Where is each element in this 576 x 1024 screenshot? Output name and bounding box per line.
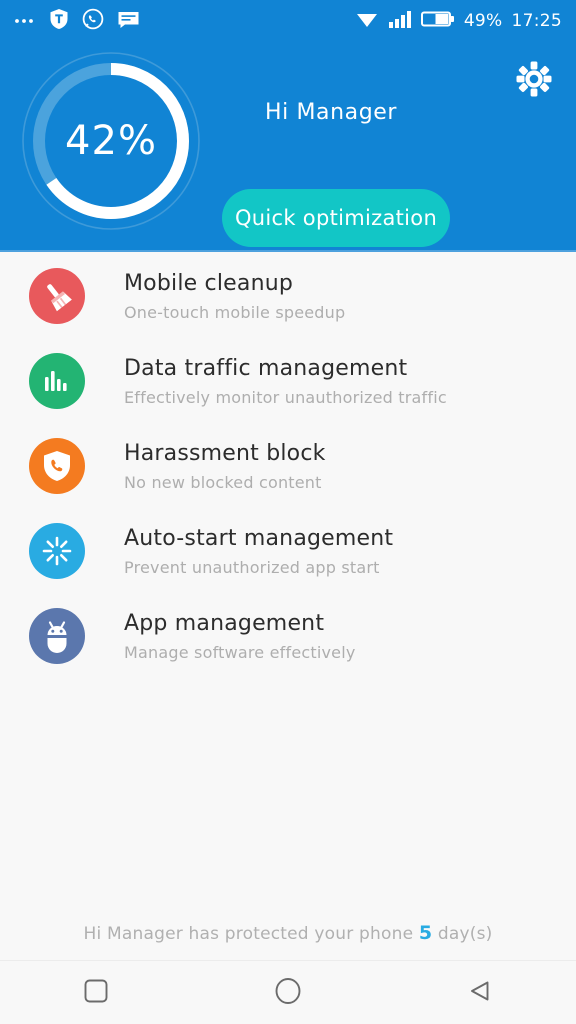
bar-chart-icon bbox=[29, 353, 85, 409]
list-item-subtitle: Prevent unauthorized app start bbox=[124, 558, 380, 577]
status-bar-right-icons: 49% 17:25 bbox=[355, 9, 562, 33]
status-bar: 49% 17:25 bbox=[0, 0, 576, 42]
list-item-title: Data traffic management bbox=[124, 356, 408, 381]
list-item-text: Data traffic management Effectively moni… bbox=[124, 343, 447, 410]
home-circle-icon bbox=[273, 976, 303, 1010]
optimization-score-ring: 42% bbox=[18, 48, 204, 234]
list-item-text: App management Manage software effective… bbox=[124, 598, 356, 665]
android-robot-icon bbox=[29, 608, 85, 664]
header-divider bbox=[0, 250, 576, 252]
settings-button[interactable] bbox=[511, 58, 557, 104]
list-item-text: Auto-start management Prevent unauthoriz… bbox=[124, 513, 393, 580]
back-button[interactable] bbox=[432, 961, 528, 1024]
more-dots-icon bbox=[14, 10, 36, 32]
system-navigation-bar bbox=[0, 960, 576, 1024]
list-item-title: App management bbox=[124, 611, 325, 636]
list-item-title: Harassment block bbox=[124, 441, 326, 466]
protection-status-text: Hi Manager has protected your phone 5 da… bbox=[0, 922, 576, 944]
list-item-subtitle: One-touch mobile speedup bbox=[124, 303, 346, 322]
phone-screen: 49% 17:25 42% Hi Manager Quick optimizat… bbox=[0, 0, 576, 1024]
whatsapp-icon bbox=[82, 8, 104, 34]
broom-icon bbox=[29, 268, 85, 324]
cellular-signal-icon bbox=[388, 9, 412, 33]
list-item-auto-start-management[interactable]: Auto-start management Prevent unauthoriz… bbox=[0, 513, 576, 598]
list-item-harassment-block[interactable]: Harassment block No new blocked content bbox=[0, 428, 576, 513]
protection-suffix: day(s) bbox=[437, 924, 493, 944]
greeting-label: Hi Manager bbox=[265, 100, 398, 125]
protection-prefix: Hi Manager has protected your phone bbox=[83, 924, 414, 944]
starburst-icon bbox=[29, 523, 85, 579]
wifi-icon bbox=[355, 9, 379, 33]
list-item-subtitle: No new blocked content bbox=[124, 473, 322, 492]
message-icon bbox=[117, 9, 140, 33]
list-item-subtitle: Effectively monitor unauthorized traffic bbox=[124, 388, 447, 407]
recents-button[interactable] bbox=[48, 961, 144, 1024]
status-bar-left-icons bbox=[14, 8, 140, 34]
list-item-mobile-cleanup[interactable]: Mobile cleanup One-touch mobile speedup bbox=[0, 258, 576, 343]
list-item-title: Auto-start management bbox=[124, 526, 394, 551]
list-item-text: Mobile cleanup One-touch mobile speedup bbox=[124, 258, 345, 325]
header-panel: 42% Hi Manager Quick optimization bbox=[0, 42, 576, 252]
gear-icon bbox=[514, 59, 554, 103]
score-percent-label: 42% bbox=[65, 118, 157, 164]
home-button[interactable] bbox=[240, 961, 336, 1024]
list-item-title: Mobile cleanup bbox=[124, 271, 294, 296]
clock-label: 17:25 bbox=[511, 11, 562, 31]
list-item-text: Harassment block No new blocked content bbox=[124, 428, 326, 495]
feature-list: Mobile cleanup One-touch mobile speedup … bbox=[0, 258, 576, 683]
recents-square-icon bbox=[82, 977, 110, 1009]
shield-phone-icon bbox=[29, 438, 85, 494]
shield-icon bbox=[49, 8, 69, 34]
battery-percent-label: 49% bbox=[463, 11, 503, 31]
battery-icon bbox=[420, 9, 455, 33]
protection-days-count: 5 bbox=[418, 922, 433, 944]
list-item-subtitle: Manage software effectively bbox=[124, 643, 356, 662]
list-item-data-traffic-management[interactable]: Data traffic management Effectively moni… bbox=[0, 343, 576, 428]
list-item-app-management[interactable]: App management Manage software effective… bbox=[0, 598, 576, 683]
quick-optimization-button[interactable]: Quick optimization bbox=[222, 189, 450, 247]
back-triangle-icon bbox=[466, 977, 494, 1009]
